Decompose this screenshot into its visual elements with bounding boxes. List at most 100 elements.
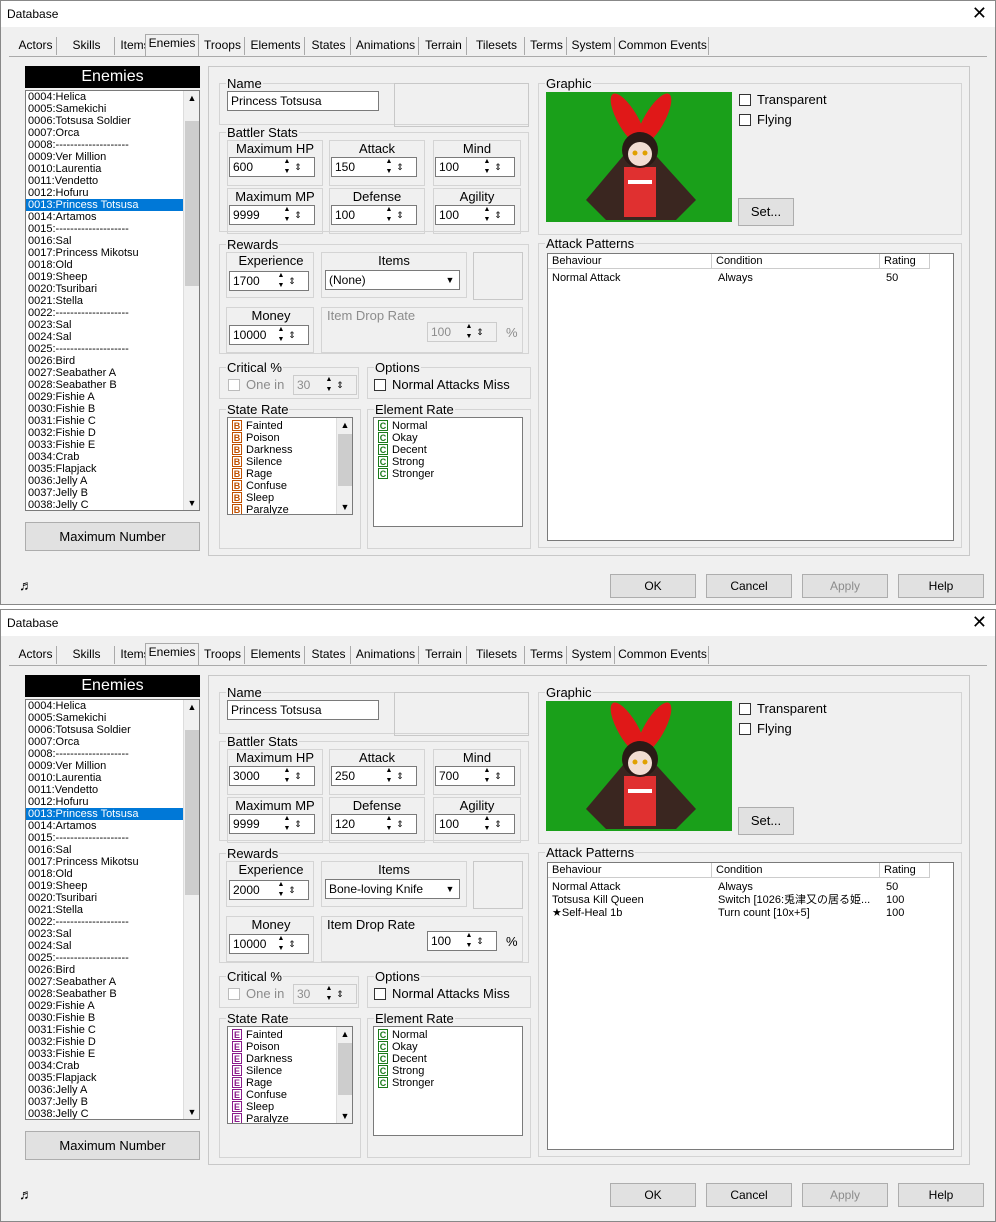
tab-actors[interactable]: Actors: [15, 37, 57, 55]
spin-arrows-icon[interactable]: ⇕: [287, 325, 297, 345]
list-item[interactable]: 0018:Old: [26, 868, 184, 880]
list-item[interactable]: 0037:Jelly B: [26, 487, 184, 499]
list-item[interactable]: 0013:Princess Totsusa: [26, 199, 184, 211]
list-item[interactable]: 0022:--------------------: [26, 307, 184, 319]
list-item[interactable]: 0012:Hofuru: [26, 796, 184, 808]
list-item[interactable]: 0012:Hofuru: [26, 187, 184, 199]
list-item[interactable]: 0005:Samekichi: [26, 712, 184, 724]
element-rate-item[interactable]: C Okay: [378, 432, 418, 444]
list-item[interactable]: 0036:Jelly A: [26, 1084, 184, 1096]
music-icon[interactable]: ♬: [19, 577, 33, 593]
state-rate-item[interactable]: E Rage: [232, 1077, 272, 1089]
scroll-up-icon[interactable]: ▲: [337, 418, 352, 432]
list-item[interactable]: 0006:Totsusa Soldier: [26, 724, 184, 736]
list-item[interactable]: 0008:--------------------: [26, 139, 184, 151]
flying-checkbox[interactable]: [739, 723, 751, 735]
list-item[interactable]: 0022:--------------------: [26, 916, 184, 928]
cancel-button[interactable]: Cancel: [706, 1183, 792, 1207]
list-item[interactable]: 0038:Jelly C: [26, 499, 184, 510]
list-item[interactable]: 0017:Princess Mikotsu: [26, 856, 184, 868]
chevron-down-icon[interactable]: ▼: [442, 273, 458, 287]
attack-patterns-table[interactable]: Behaviour Condition Rating Normal Attack Alw…: [547, 862, 954, 1150]
help-button[interactable]: Help: [898, 1183, 984, 1207]
column-header-behaviour[interactable]: Behaviour: [548, 254, 712, 269]
element-rate-item[interactable]: C Stronger: [378, 468, 434, 480]
spin-arrows-icon[interactable]: ⇕: [395, 205, 405, 225]
close-icon[interactable]: ✕: [972, 611, 987, 633]
element-rate-item[interactable]: C Okay: [378, 1041, 418, 1053]
list-item[interactable]: 0005:Samekichi: [26, 103, 184, 115]
list-item[interactable]: 0025:--------------------: [26, 952, 184, 964]
list-item[interactable]: 0009:Ver Million: [26, 151, 184, 163]
spin-arrows-icon[interactable]: ⇕: [493, 814, 503, 834]
scroll-thumb[interactable]: [185, 730, 199, 895]
spin-down-icon[interactable]: ▼: [281, 776, 293, 786]
apply-button[interactable]: Apply: [802, 1183, 888, 1207]
element-rate-item[interactable]: C Strong: [378, 456, 424, 468]
apply-button[interactable]: Apply: [802, 574, 888, 598]
spin-down-icon[interactable]: ▼: [275, 281, 287, 291]
state-rate-item[interactable]: E Paralyze: [232, 1113, 289, 1123]
list-item[interactable]: 0016:Sal: [26, 235, 184, 247]
item-dropdown[interactable]: Bone-loving Knife: [325, 879, 460, 899]
element-rate-list[interactable]: C Normal C Okay C Decent C Strong C Stronger: [373, 417, 523, 527]
column-header-behaviour[interactable]: Behaviour: [548, 863, 712, 878]
pattern-condition[interactable]: Switch [1026:兎津又の居る姫...: [718, 894, 876, 907]
tab-terrain[interactable]: Terrain: [421, 37, 467, 55]
list-item[interactable]: 0018:Old: [26, 259, 184, 271]
ok-button[interactable]: OK: [610, 574, 696, 598]
tab-terrain[interactable]: Terrain: [421, 646, 467, 664]
pattern-behaviour[interactable]: ★Self-Heal 1b: [552, 907, 622, 920]
list-item[interactable]: 0020:Tsuribari: [26, 892, 184, 904]
tab-skills[interactable]: Skills: [59, 646, 115, 664]
spin-arrows-icon[interactable]: ⇕: [293, 766, 303, 786]
element-rate-item[interactable]: C Decent: [378, 1053, 427, 1065]
column-header-rating[interactable]: Rating: [880, 863, 930, 878]
state-scrollbar[interactable]: ▲ ▼: [336, 418, 352, 514]
stat-mind-input-spinner[interactable]: ▲ ▼ ⇕: [481, 766, 505, 786]
pattern-behaviour[interactable]: Normal Attack: [552, 881, 620, 894]
list-item[interactable]: 0014:Artamos: [26, 820, 184, 832]
state-rate-item[interactable]: E Sleep: [232, 1101, 274, 1113]
state-rate-item[interactable]: B Poison: [232, 432, 280, 444]
list-item[interactable]: 0004:Helica: [26, 91, 184, 103]
list-item[interactable]: 0034:Crab: [26, 1060, 184, 1072]
list-item[interactable]: 0027:Seabather A: [26, 976, 184, 988]
list-item[interactable]: 0010:Laurentia: [26, 163, 184, 175]
help-button[interactable]: Help: [898, 574, 984, 598]
stat-def-input-spinner[interactable]: ▲ ▼ ⇕: [383, 814, 407, 834]
tab-states[interactable]: States: [307, 37, 351, 55]
tab-enemies[interactable]: Enemies: [145, 34, 199, 56]
list-item[interactable]: 0031:Fishie C: [26, 415, 184, 427]
tab-terms[interactable]: Terms: [527, 646, 567, 664]
scroll-down-icon[interactable]: ▼: [337, 1109, 352, 1123]
tab-skills[interactable]: Skills: [59, 37, 115, 55]
scroll-thumb[interactable]: [338, 1043, 352, 1095]
list-item[interactable]: 0025:--------------------: [26, 343, 184, 355]
list-item[interactable]: 0019:Sheep: [26, 271, 184, 283]
spin-down-icon[interactable]: ▼: [275, 890, 287, 900]
tab-system[interactable]: System: [569, 37, 615, 55]
list-item[interactable]: 0021:Stella: [26, 295, 184, 307]
name-input[interactable]: Princess Totsusa: [227, 700, 379, 720]
list-item[interactable]: 0007:Orca: [26, 127, 184, 139]
list-item[interactable]: 0015:--------------------: [26, 832, 184, 844]
tab-terms[interactable]: Terms: [527, 37, 567, 55]
experience-input-spinner[interactable]: ▲ ▼ ⇕: [275, 271, 299, 291]
scroll-down-icon[interactable]: ▼: [337, 500, 352, 514]
transparent-checkbox[interactable]: [739, 703, 751, 715]
list-item[interactable]: 0032:Fishie D: [26, 427, 184, 439]
state-rate-item[interactable]: B Confuse: [232, 480, 287, 492]
element-rate-item[interactable]: C Strong: [378, 1065, 424, 1077]
tab-elements[interactable]: Elements: [247, 646, 305, 664]
state-rate-item[interactable]: B Rage: [232, 468, 272, 480]
spin-down-icon[interactable]: ▼: [383, 215, 395, 225]
spin-arrows-icon[interactable]: ⇕: [287, 934, 297, 954]
enemy-list[interactable]: 0004:Helica 0005:Samekichi 0006:Totsusa So…: [25, 90, 200, 511]
scroll-thumb[interactable]: [338, 434, 352, 486]
list-item[interactable]: 0026:Bird: [26, 355, 184, 367]
maximum-number-button[interactable]: Maximum Number: [25, 522, 200, 551]
pattern-behaviour[interactable]: Totsusa Kill Queen: [552, 894, 644, 907]
list-item[interactable]: 0008:--------------------: [26, 748, 184, 760]
critical-checkbox[interactable]: [228, 988, 240, 1000]
